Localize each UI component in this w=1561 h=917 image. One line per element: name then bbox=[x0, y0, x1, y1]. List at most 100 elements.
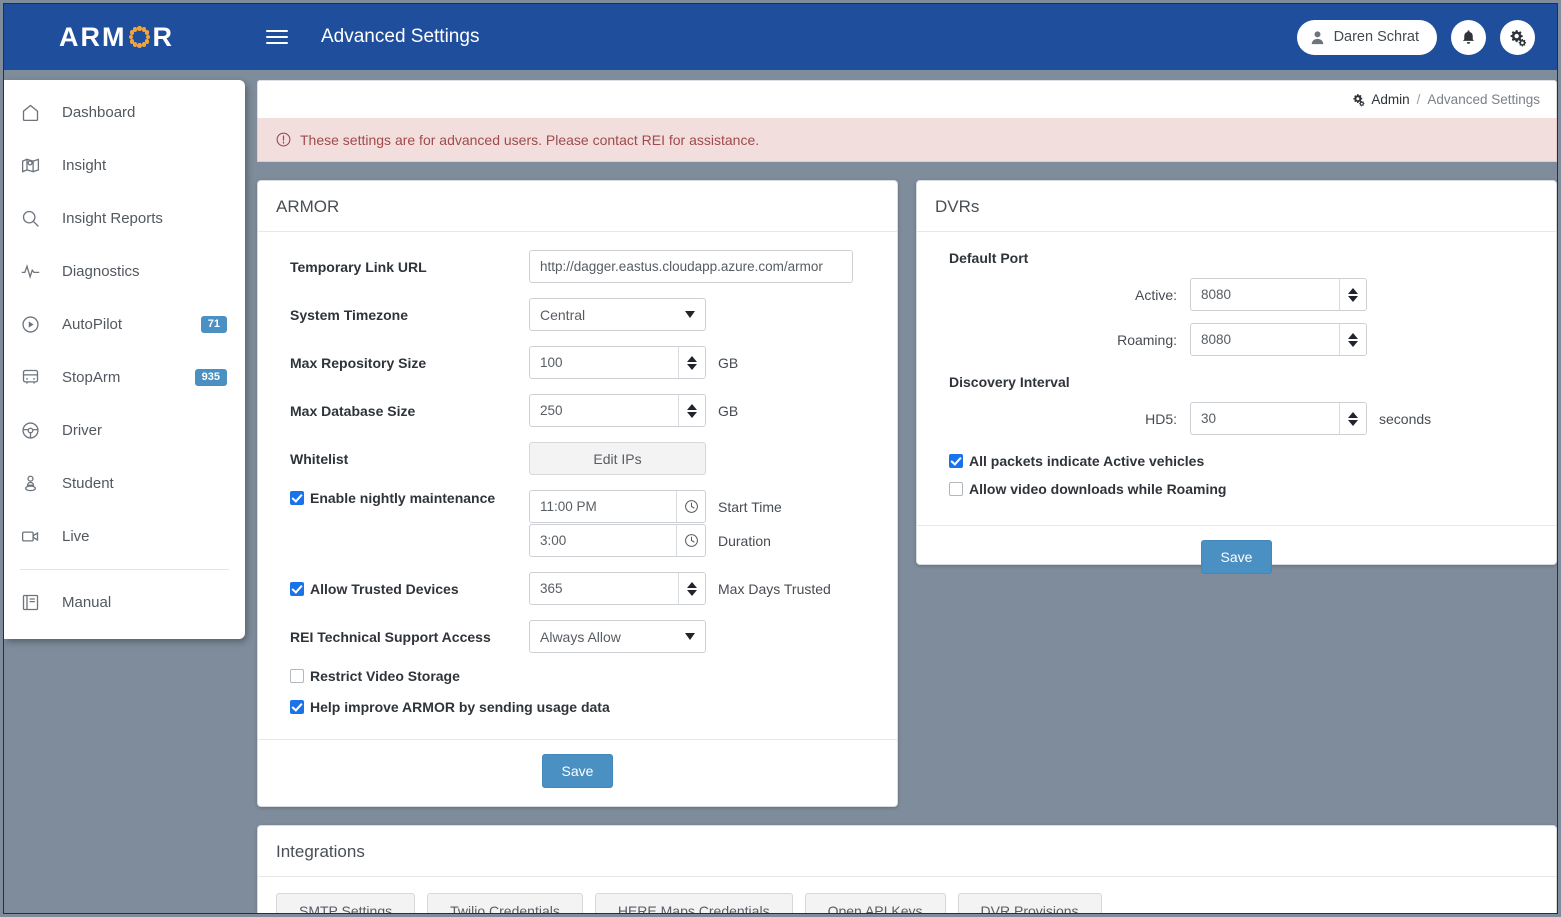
logo-text-right: R bbox=[152, 21, 174, 52]
start-time-input[interactable]: 11:00 PM bbox=[529, 490, 706, 523]
duration-value[interactable]: 3:00 bbox=[530, 525, 676, 556]
sidebar-item-driver[interactable]: Driver bbox=[4, 404, 245, 457]
sidebar-item-autopilot[interactable]: AutoPilot 71 bbox=[4, 298, 245, 351]
bus-icon bbox=[20, 367, 54, 388]
dvr-card-body: Default Port Active: 8080 Roaming: 8080 … bbox=[917, 232, 1556, 515]
stepper-up-icon[interactable] bbox=[687, 355, 697, 362]
stepper-down-icon[interactable] bbox=[687, 411, 697, 418]
hamburger-icon[interactable] bbox=[266, 30, 288, 44]
trusted-devices-row: Allow Trusted Devices 365 Max Days Trust… bbox=[276, 572, 879, 605]
stepper-buttons[interactable] bbox=[1339, 403, 1366, 434]
dvr-provisions-button[interactable]: DVR Provisions bbox=[957, 893, 1102, 913]
nightly-maintenance-checkbox-wrap[interactable]: Enable nightly maintenance bbox=[276, 490, 529, 506]
active-port-value[interactable]: 8080 bbox=[1191, 279, 1339, 310]
system-timezone-row: System Timezone Central bbox=[276, 298, 879, 331]
sidebar-item-student[interactable]: Student bbox=[4, 457, 245, 510]
restrict-video-storage-checkbox-wrap[interactable]: Restrict Video Storage bbox=[276, 668, 460, 684]
stepper-up-icon[interactable] bbox=[1348, 411, 1358, 418]
stepper-buttons[interactable] bbox=[678, 395, 705, 426]
sidebar-item-dashboard[interactable]: Dashboard bbox=[4, 86, 245, 139]
stepper-buttons[interactable] bbox=[678, 573, 705, 604]
start-time-value[interactable]: 11:00 PM bbox=[530, 491, 676, 522]
clock-icon bbox=[684, 500, 698, 513]
support-access-select[interactable]: Always Allow bbox=[529, 620, 706, 653]
sidebar-item-live[interactable]: Live bbox=[4, 510, 245, 563]
restrict-video-storage-checkbox[interactable] bbox=[290, 669, 304, 683]
hd5-stepper[interactable]: 30 bbox=[1190, 402, 1367, 435]
breadcrumb-separator: / bbox=[1416, 92, 1421, 107]
discovery-interval-heading: Discovery Interval bbox=[949, 374, 1070, 390]
stepper-down-icon[interactable] bbox=[687, 589, 697, 596]
sidebar-item-insight[interactable]: Insight bbox=[4, 139, 245, 192]
max-days-trusted-value[interactable]: 365 bbox=[530, 573, 678, 604]
sidebar-item-insight-reports[interactable]: Insight Reports bbox=[4, 192, 245, 245]
steering-wheel-icon bbox=[20, 420, 54, 441]
header-actions: Daren Schrat bbox=[1296, 19, 1535, 55]
all-packets-row: All packets indicate Active vehicles bbox=[935, 453, 1538, 469]
allow-downloads-checkbox-wrap[interactable]: Allow video downloads while Roaming bbox=[935, 481, 1226, 497]
here-maps-credentials-button[interactable]: HERE Maps Credentials bbox=[594, 893, 793, 913]
max-database-size-stepper[interactable]: 250 bbox=[529, 394, 706, 427]
sidebar-item-manual[interactable]: Manual bbox=[4, 576, 245, 629]
trusted-devices-checkbox[interactable] bbox=[290, 581, 304, 596]
stepper-down-icon[interactable] bbox=[1348, 340, 1358, 347]
stepper-down-icon[interactable] bbox=[1348, 295, 1358, 302]
active-port-row: Active: 8080 bbox=[935, 278, 1538, 311]
stepper-down-icon[interactable] bbox=[1348, 419, 1358, 426]
duration-picker-button[interactable] bbox=[676, 525, 705, 556]
open-api-keys-button[interactable]: Open API Keys bbox=[804, 893, 946, 913]
roaming-port-value[interactable]: 8080 bbox=[1191, 324, 1339, 355]
sidebar-item-stoparm[interactable]: StopArm 935 bbox=[4, 351, 245, 404]
system-timezone-select[interactable]: Central bbox=[529, 298, 706, 331]
max-repository-size-value[interactable]: 100 bbox=[530, 347, 678, 378]
user-menu-button[interactable]: Daren Schrat bbox=[1296, 19, 1437, 55]
allow-downloads-label: Allow video downloads while Roaming bbox=[969, 481, 1227, 497]
max-days-trusted-stepper[interactable]: 365 bbox=[529, 572, 706, 605]
hd5-value[interactable]: 30 bbox=[1191, 403, 1339, 434]
stepper-up-icon[interactable] bbox=[1348, 332, 1358, 339]
stepper-up-icon[interactable] bbox=[1348, 287, 1358, 294]
roaming-port-stepper[interactable]: 8080 bbox=[1190, 323, 1367, 356]
stepper-buttons[interactable] bbox=[1339, 324, 1366, 355]
duration-input[interactable]: 3:00 bbox=[529, 524, 706, 557]
max-repository-size-stepper[interactable]: 100 bbox=[529, 346, 706, 379]
integrations-buttons: SMTP Settings Twilio Credentials HERE Ma… bbox=[258, 877, 1556, 913]
twilio-credentials-button[interactable]: Twilio Credentials bbox=[427, 893, 583, 913]
hamburger-bar bbox=[266, 42, 288, 44]
dvr-save-button[interactable]: Save bbox=[1200, 540, 1273, 574]
allow-downloads-checkbox[interactable] bbox=[949, 482, 963, 496]
stepper-buttons[interactable] bbox=[678, 347, 705, 378]
start-time-picker-button[interactable] bbox=[676, 491, 705, 522]
sidebar-item-label: Driver bbox=[62, 422, 102, 439]
active-port-stepper[interactable]: 8080 bbox=[1190, 278, 1367, 311]
settings-button[interactable] bbox=[1500, 19, 1535, 55]
armor-logo[interactable]: ARM R bbox=[59, 22, 234, 53]
notifications-button[interactable] bbox=[1451, 19, 1486, 55]
temporary-link-url-label: Temporary Link URL bbox=[290, 258, 427, 275]
sidebar-item-diagnostics[interactable]: Diagnostics bbox=[4, 245, 245, 298]
armor-save-button[interactable]: Save bbox=[541, 754, 614, 788]
all-packets-checkbox-wrap[interactable]: All packets indicate Active vehicles bbox=[935, 453, 1204, 469]
breadcrumb-current-label: Advanced Settings bbox=[1427, 92, 1540, 107]
edit-ips-button[interactable]: Edit IPs bbox=[529, 442, 706, 475]
stepper-up-icon[interactable] bbox=[687, 403, 697, 410]
trusted-devices-checkbox-wrap[interactable]: Allow Trusted Devices bbox=[276, 581, 529, 597]
all-packets-checkbox[interactable] bbox=[949, 454, 963, 468]
max-database-size-value[interactable]: 250 bbox=[530, 395, 678, 426]
smtp-settings-button[interactable]: SMTP Settings bbox=[276, 893, 416, 913]
main-content: Admin / Advanced Settings These settings… bbox=[257, 80, 1557, 913]
temporary-link-url-input[interactable]: http://dagger.eastus.cloudapp.azure.com/… bbox=[529, 250, 853, 283]
sidebar-divider bbox=[20, 569, 229, 570]
max-database-size-row: Max Database Size 250 GB bbox=[276, 394, 879, 427]
usage-data-label: Help improve ARMOR by sending usage data bbox=[310, 699, 610, 715]
hamburger-bar bbox=[266, 30, 288, 32]
usage-data-checkbox[interactable] bbox=[290, 700, 304, 714]
cogs-icon bbox=[1510, 29, 1527, 47]
nightly-maintenance-checkbox[interactable] bbox=[290, 491, 304, 505]
usage-data-checkbox-wrap[interactable]: Help improve ARMOR by sending usage data bbox=[276, 699, 610, 715]
stepper-up-icon[interactable] bbox=[687, 581, 697, 588]
stepper-down-icon[interactable] bbox=[687, 363, 697, 370]
max-database-size-label: Max Database Size bbox=[290, 402, 416, 419]
breadcrumb-admin[interactable]: Admin bbox=[1352, 92, 1410, 107]
stepper-buttons[interactable] bbox=[1339, 279, 1366, 310]
